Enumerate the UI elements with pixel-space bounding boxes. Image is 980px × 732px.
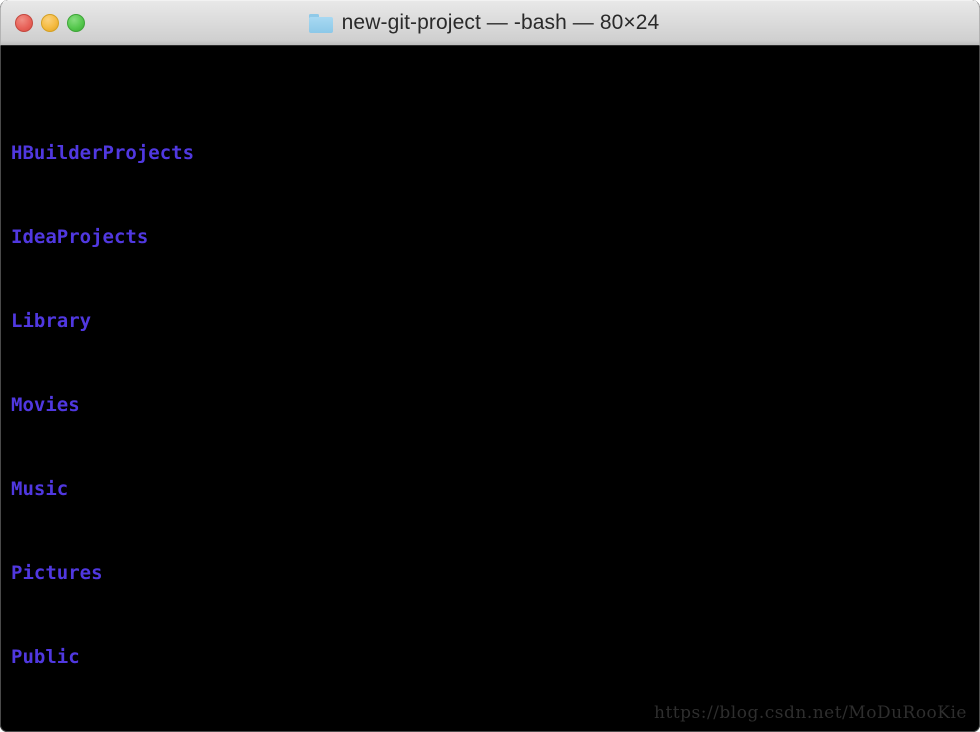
- list-item: HBuilderProjects: [1, 139, 979, 167]
- list-item: Library: [1, 307, 979, 335]
- minimize-button[interactable]: [41, 14, 59, 32]
- terminal-window: new-git-project — -bash — 80×24 HBuilder…: [0, 0, 980, 732]
- terminal-screen: HBuilderProjects IdeaProjects Library Mo…: [1, 55, 979, 731]
- window-title-group: new-git-project — -bash — 80×24: [308, 11, 660, 35]
- window-title: new-git-project — -bash — 80×24: [341, 11, 660, 34]
- directory-name: Pictures: [11, 562, 103, 584]
- directory-name: HBuilderProjects: [11, 142, 195, 164]
- watermark: https://blog.csdn.net/MoDuRooKie: [654, 703, 967, 723]
- maximize-button[interactable]: [67, 14, 85, 32]
- list-item: genymotion-log.zip: [1, 727, 979, 731]
- list-item: Public: [1, 643, 979, 671]
- folder-icon: [308, 13, 333, 33]
- list-item: IdeaProjects: [1, 223, 979, 251]
- directory-name: Music: [11, 478, 69, 500]
- window-titlebar[interactable]: new-git-project — -bash — 80×24: [0, 0, 980, 46]
- directory-name: Movies: [11, 394, 80, 416]
- list-item: Music: [1, 475, 979, 503]
- list-item: Pictures: [1, 559, 979, 587]
- directory-name: Library: [11, 310, 92, 332]
- directory-name: Public: [11, 646, 80, 668]
- close-button[interactable]: [15, 14, 33, 32]
- traffic-light-group: [15, 14, 85, 32]
- directory-name: IdeaProjects: [11, 226, 149, 248]
- terminal-body[interactable]: HBuilderProjects IdeaProjects Library Mo…: [0, 46, 980, 732]
- list-item: Movies: [1, 391, 979, 419]
